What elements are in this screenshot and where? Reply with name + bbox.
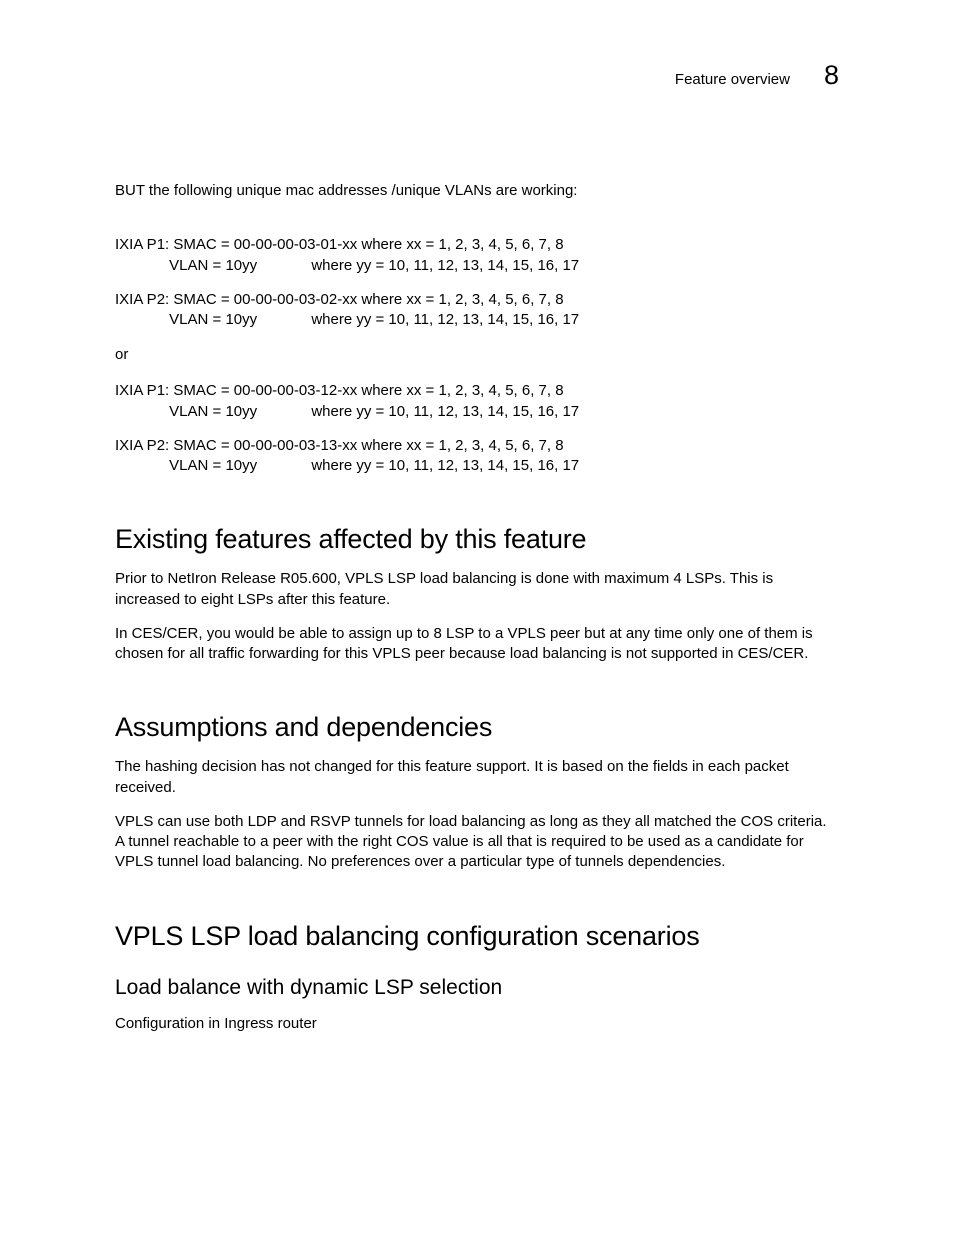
or-separator: or xyxy=(115,346,839,363)
config-block-3: IXIA P1: SMAC = 00-00-00-03-12-xx where … xyxy=(115,381,839,422)
page-header: Feature overview 8 xyxy=(115,60,839,91)
config-line: IXIA P2: SMAC = 00-00-00-03-13-xx where … xyxy=(115,437,564,454)
header-title: Feature overview xyxy=(675,71,790,88)
body-paragraph: Configuration in Ingress router xyxy=(115,1014,839,1034)
config-line: VLAN = 10yy where yy = 10, 11, 12, 13, 1… xyxy=(115,311,579,328)
config-line: IXIA P2: SMAC = 00-00-00-03-02-xx where … xyxy=(115,291,564,308)
config-line: VLAN = 10yy where yy = 10, 11, 12, 13, 1… xyxy=(115,457,579,474)
body-paragraph: The hashing decision has not changed for… xyxy=(115,757,839,798)
config-line: IXIA P1: SMAC = 00-00-00-03-01-xx where … xyxy=(115,236,564,253)
config-block-1: IXIA P1: SMAC = 00-00-00-03-01-xx where … xyxy=(115,235,839,276)
config-line: IXIA P1: SMAC = 00-00-00-03-12-xx where … xyxy=(115,382,564,399)
intro-paragraph: BUT the following unique mac addresses /… xyxy=(115,181,839,201)
config-block-4: IXIA P2: SMAC = 00-00-00-03-13-xx where … xyxy=(115,436,839,477)
body-paragraph: VPLS can use both LDP and RSVP tunnels f… xyxy=(115,812,839,873)
config-block-2: IXIA P2: SMAC = 00-00-00-03-02-xx where … xyxy=(115,290,839,331)
section-heading-assumptions: Assumptions and dependencies xyxy=(115,712,839,743)
body-paragraph: Prior to NetIron Release R05.600, VPLS L… xyxy=(115,569,839,610)
body-paragraph: In CES/CER, you would be able to assign … xyxy=(115,624,839,665)
chapter-number: 8 xyxy=(824,60,839,91)
config-line: VLAN = 10yy where yy = 10, 11, 12, 13, 1… xyxy=(115,403,579,420)
subsection-heading-load-balance: Load balance with dynamic LSP selection xyxy=(115,976,839,1000)
section-heading-scenarios: VPLS LSP load balancing configuration sc… xyxy=(115,921,839,952)
config-line: VLAN = 10yy where yy = 10, 11, 12, 13, 1… xyxy=(115,257,579,274)
document-page: Feature overview 8 BUT the following uni… xyxy=(0,0,954,1034)
section-heading-existing: Existing features affected by this featu… xyxy=(115,524,839,555)
